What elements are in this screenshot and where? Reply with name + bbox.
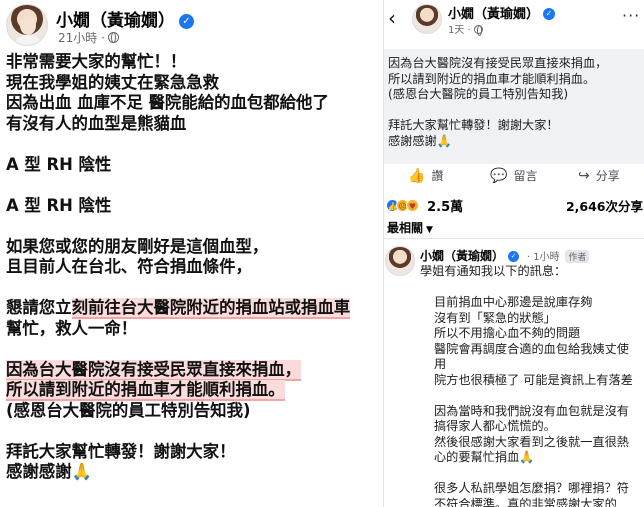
author-name[interactable]: 小嫺（黃瑜嫺） ✓ <box>448 3 556 22</box>
right-post-panel: ‹ 小嫺（黃瑜嫺） ✓ 1天 · ··· 因為台大醫院沒有接受民眾直接來捐血， 所以… <box>383 0 644 507</box>
commenter-name[interactable]: 小嫺（黃瑜嫺） <box>420 249 504 263</box>
post-header: 小嫺（黃瑜嫺） ✓ 21小時 · <box>4 2 379 48</box>
post-time-text[interactable]: 1天 · <box>448 25 471 36</box>
globe-icon <box>473 25 483 36</box>
like-button[interactable]: 👍 讚 <box>408 167 443 184</box>
post-text-line: 拜託大家幫忙轉發！謝謝大家！ <box>388 118 559 132</box>
comment-bubble-icon: 💬 <box>490 168 508 184</box>
author-name-text[interactable]: 小嫺（黃瑜嫺） <box>448 7 539 22</box>
post-timestamp[interactable]: 1天 · <box>448 21 483 36</box>
care-reaction-icon: ♥ <box>406 199 419 212</box>
more-options-icon[interactable]: ··· <box>622 6 640 25</box>
chevron-down-icon: ▼ <box>426 225 433 235</box>
comment-text-line: 沒有到「緊急的狀態」 <box>434 310 556 325</box>
author-avatar[interactable] <box>412 4 442 34</box>
comment-text-line: 用 <box>434 357 447 371</box>
comment-text-line: 搞得家人都心慌慌的。 <box>434 419 556 433</box>
post-stats: 👍☹ ♥ 2.5萬 2,646次分享 <box>384 193 644 215</box>
share-label: 分享 <box>595 169 620 183</box>
post-text-line: 感謝感謝🙏 <box>388 133 452 148</box>
post-text-line: 懇請您立刻前往台大醫院附近的捐血站或捐血車 <box>6 298 381 319</box>
post-text-line: 因為台大醫院沒有接受民眾直接來捐血， <box>388 56 608 70</box>
comment-text-line: 學姐有通知我以下的訊息： <box>420 264 567 278</box>
commenter-avatar[interactable] <box>385 246 415 276</box>
mobile-post-header: ‹ 小嫺（黃瑜嫺） ✓ 1天 · ··· <box>384 0 644 37</box>
like-label: 讚 <box>431 169 444 183</box>
left-post-panel: 小嫺（黃瑜嫺） ✓ 21小時 · 非常需要大家的幫忙！！ 現在我學姐的姨丈在緊急急救… <box>0 0 383 507</box>
post-text-line: 幫忙，救人一命！ <box>6 318 138 338</box>
post-text-line: 有沒有人的血型是熊貓血 <box>6 113 187 133</box>
post-text: 因為台大醫院沒有接受民眾直接來捐血， 所以請到附近的捐血車才能順利捐血。 (感恩台大… <box>384 49 644 164</box>
post-text-line: 現在我學姐的姨丈在緊急急救 <box>6 72 220 92</box>
post-text-line: 所以請到附近的捐血車才能順利捐血。 <box>388 71 596 86</box>
author-name[interactable]: 小嫺（黃瑜嫺） ✓ <box>56 6 194 31</box>
highlighted-text: 所以請到附近的捐血車才能順利捐血。 <box>6 380 285 401</box>
comment-time-text[interactable]: 1小時 <box>533 252 559 263</box>
post-text-line: 如果您或您的朋友剛好是這個血型， <box>6 236 269 256</box>
post-text-line: 所以請到附近的捐血車才能順利捐血。 <box>6 380 381 401</box>
author-name-text[interactable]: 小嫺（黃瑜嫺） <box>56 11 175 31</box>
comment-header: 小嫺（黃瑜嫺） ✓ · 1小時 作者 <box>420 247 590 264</box>
share-count[interactable]: 2,646次分享 <box>566 196 643 215</box>
verified-badge-icon: ✓ <box>179 14 194 29</box>
thumbs-up-icon: 👍 <box>408 168 426 184</box>
post-text-line: (感恩台大醫院的員工特別告知我) <box>388 87 569 101</box>
post-body: 非常需要大家的幫忙！！ 現在我學姐的姨丈在緊急急救 因為出血 血庫不足 醫院能給的血… <box>6 52 381 483</box>
share-arrow-icon: ↪ <box>578 168 590 184</box>
verified-badge-icon: ✓ <box>508 251 520 262</box>
globe-icon <box>107 32 119 43</box>
comment-text-line: 醫院會再調度合適的血包給我姨丈使 <box>434 341 629 356</box>
comment-text-line: 然後很感謝大家看到之後就一直很熱 <box>434 434 629 449</box>
post-text-line: (感恩台大醫院的員工特別告知我) <box>6 400 251 420</box>
comment-label: 留言 <box>513 169 538 183</box>
post-timestamp[interactable]: 21小時 · <box>58 29 119 46</box>
post-text-segment: 懇請您立 <box>6 298 72 317</box>
post-text-line: 感謝感謝🙏 <box>6 462 92 481</box>
sort-label[interactable]: 最相關 <box>387 221 423 235</box>
comment-text-line: 所以不用擔心血不夠的問題 <box>434 326 581 340</box>
highlighted-text: 因為台大醫院沒有接受民眾直接來捐血， <box>6 359 302 381</box>
post-text-line: A 型 RH 陰性 <box>6 195 112 215</box>
comment-text-line: 目前捐血中心那邊是說庫存夠 <box>434 295 593 309</box>
post-text-line: A 型 RH 陰性 <box>6 154 112 174</box>
post-time-text[interactable]: 21小時 · <box>58 31 105 45</box>
author-tag-badge: 作者 <box>565 250 590 263</box>
post-text-line: 因為台大醫院沒有接受民眾直接來捐血， <box>6 359 381 381</box>
reactions-summary[interactable]: 👍☹ ♥ 2.5萬 <box>386 195 463 215</box>
comment-button[interactable]: 💬 留言 <box>490 167 537 184</box>
post-action-bar: 👍 讚 💬 留言 ↪ 分享 <box>384 164 644 188</box>
post-text-line: 因為出血 血庫不足 醫院能給的血包都給他了 <box>6 93 329 112</box>
comment-time[interactable]: · 1小時 <box>527 252 560 263</box>
verified-badge-icon: ✓ <box>543 8 556 20</box>
reaction-count[interactable]: 2.5萬 <box>427 200 463 215</box>
comment-body: 學姐有通知我以下的訊息： 目前捐血中心那邊是說庫存夠 沒有到「緊急的狀態」 所以不用擔… <box>420 264 644 507</box>
author-avatar[interactable] <box>6 4 48 46</box>
back-arrow-icon[interactable]: ‹ <box>388 6 396 30</box>
comment-sort-dropdown[interactable]: 最相關 ▼ <box>387 219 433 236</box>
post-text-line: 非常需要大家的幫忙！！ <box>6 52 187 71</box>
comment-text-line: 院方也很積極了 可能是資訊上有落差 <box>434 372 633 387</box>
post-text-line: 且目前人在台北、符合捐血條件， <box>6 257 252 276</box>
share-button[interactable]: ↪ 分享 <box>578 167 620 184</box>
divider <box>384 238 644 239</box>
comment-text-line: 很多人私訊學姐怎麼捐？哪裡捐？符 <box>434 481 629 495</box>
comment-text-line: 因為當時和我們說沒有血包就是沒有 <box>434 403 629 418</box>
post-text-line: 拜託大家幫忙轉發！謝謝大家！ <box>6 441 236 461</box>
comment-text-line: 不符合標準。真的非常感謝大家的 <box>434 496 617 507</box>
post-text-segment: 刻前往台大醫院附近的捐血站或捐血車 <box>71 298 351 319</box>
comment-text-line: 心的要幫忙捐血🙏 <box>434 450 535 464</box>
